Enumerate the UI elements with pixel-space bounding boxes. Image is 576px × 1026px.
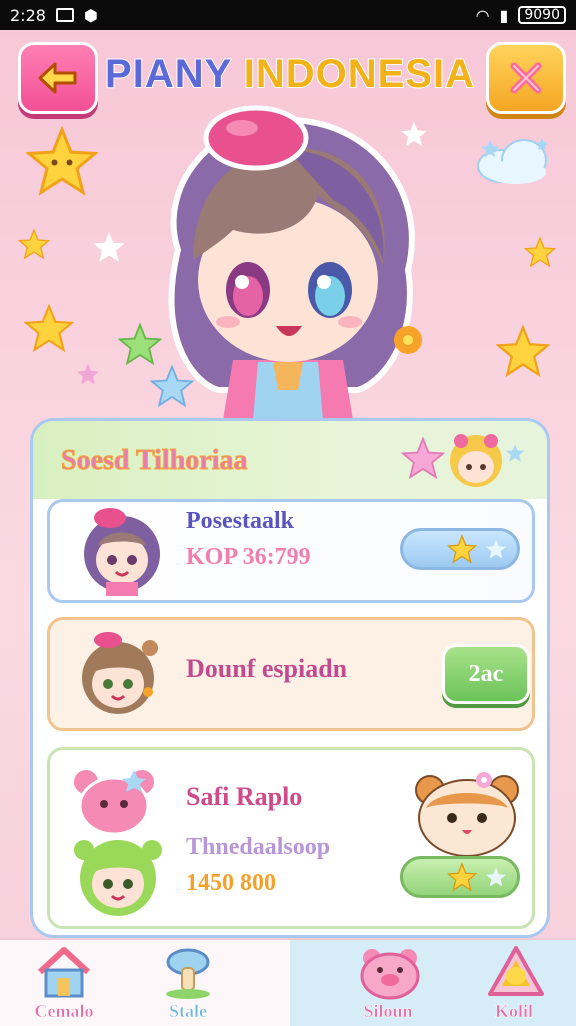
item-name: Dounf espiadn (186, 654, 348, 683)
content-panel: Soesd Tilhoriaa Posestaalk KOP 36:799 Do… (30, 418, 550, 938)
star-icon (447, 862, 477, 892)
panel-header: Soesd Tilhoriaa (33, 421, 547, 499)
star-icon (26, 126, 98, 196)
star-icon (77, 363, 99, 385)
nav-label: Stale (169, 1001, 208, 1022)
item-value: 1450 800 (186, 870, 276, 896)
gem-icon (488, 946, 544, 996)
wifi-icon: ◠ (475, 5, 490, 25)
star-rating[interactable] (400, 856, 520, 898)
avatar-blonde-girl (450, 434, 502, 487)
star-rating[interactable] (400, 528, 520, 570)
item-name: Posestaalk (186, 508, 294, 534)
item-name: Safi Raplo (186, 782, 303, 811)
image-icon (55, 8, 74, 22)
back-button[interactable] (18, 42, 98, 114)
action-button[interactable]: 2ac (442, 644, 530, 704)
status-time: 2:28 (10, 5, 46, 25)
avatar-pink-bear (74, 770, 154, 836)
nav-item-kolil[interactable]: Kolil (454, 940, 574, 1026)
avatar-hamster (415, 772, 519, 857)
avatar-purple-girl (84, 508, 160, 596)
star-icon (496, 324, 550, 378)
house-icon (37, 947, 91, 998)
item-subtitle: KOP 36:799 (186, 544, 311, 570)
bottom-navigation: Cemalo Stale Siloun Kolil (0, 938, 576, 1026)
cloud-icon (477, 138, 548, 184)
nav-item-siloun[interactable]: Siloun (328, 940, 448, 1026)
sparkle-star-icon (505, 444, 525, 462)
hero-character-illustration (168, 105, 422, 420)
item-subtitle: Thnedaalsoop (186, 834, 331, 860)
panel-title: Soesd Tilhoriaa (60, 445, 248, 477)
arrow-left-icon (38, 62, 77, 94)
list-item[interactable]: Safi Raplo Thnedaalsoop 1450 800 (47, 747, 535, 929)
pig-icon (360, 949, 420, 1000)
mushroom-icon (166, 948, 210, 999)
avatar-green-girl (74, 840, 162, 916)
nav-label: Cemalo (34, 1001, 94, 1022)
star-icon (447, 534, 477, 564)
sparkle-star-icon (93, 232, 125, 262)
star-icon (485, 867, 507, 887)
avatar-brown-girl (82, 632, 158, 714)
status-bar: 2:28 ⬢ ◠ ▮ 9090 (0, 0, 576, 30)
star-icon (401, 437, 445, 479)
list-item[interactable]: Dounf espiadn 2ac (47, 617, 535, 731)
signal-icon: ▮ (499, 5, 509, 25)
title-part2: INDONESIA (243, 51, 475, 97)
nav-label: Siloun (363, 1001, 413, 1022)
list-item[interactable]: Posestaalk KOP 36:799 (47, 499, 535, 603)
page-title: PIANY INDONESIA (100, 51, 480, 97)
nav-item-stale[interactable]: Stale (128, 940, 248, 1026)
star-icon (18, 228, 50, 260)
nav-label: Kolil (494, 1001, 534, 1022)
close-icon (510, 62, 542, 94)
star-icon (485, 539, 507, 559)
battery-indicator: 9090 (518, 6, 566, 24)
star-icon (524, 236, 556, 268)
close-button[interactable] (486, 42, 566, 114)
star-icon (24, 304, 74, 352)
nav-item-home[interactable]: Cemalo (4, 940, 124, 1026)
title-part1: PIANY (104, 51, 232, 97)
shield-icon: ⬢ (83, 5, 98, 25)
